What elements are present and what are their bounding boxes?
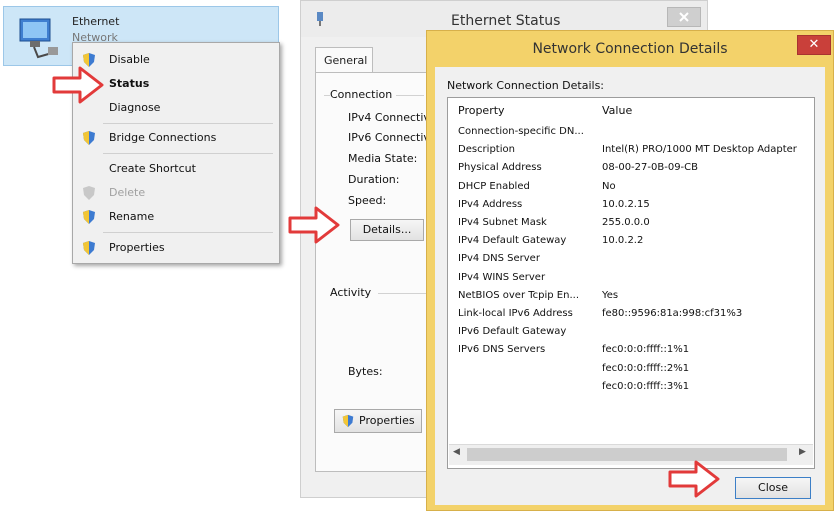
table-row[interactable]: Description Intel(R) PRO/1000 MT Desktop … [448,142,814,159]
red-arrow-icon [668,460,720,498]
shield-icon [83,210,95,224]
value-cell: Yes [602,290,619,301]
window-icon [317,12,323,26]
menu-separator [103,232,273,233]
column-header-value[interactable]: Value [602,104,632,117]
menu-item-label: Create Shortcut [109,162,196,175]
status-row-label: Media State: [348,152,418,165]
property-cell: IPv4 WINS Server [458,272,546,283]
menu-separator [103,123,273,124]
close-button[interactable]: ✕ [797,35,831,55]
value-cell: fec0:0:0:ffff::2%1 [602,363,690,374]
table-row[interactable]: NetBIOS over Tcpip En... Yes [448,288,814,305]
menu-item-delete: Delete [73,182,279,204]
property-cell: IPv4 Default Gateway [458,235,567,246]
value-cell: fec0:0:0:ffff::3%1 [602,381,690,392]
property-cell: IPv4 DNS Server [458,253,540,264]
red-arrow-icon [52,66,104,104]
value-cell: 10.0.2.2 [602,235,644,246]
network-adapter-icon [19,18,58,59]
property-cell: Physical Address [458,162,542,173]
menu-item-rename[interactable]: Rename [73,206,279,228]
property-cell: IPv4 Address [458,199,523,210]
bytes-label: Bytes: [348,365,383,378]
value-cell: No [602,181,616,192]
menu-item-label: Disable [109,53,150,66]
adapter-name: Ethernet [72,15,120,28]
table-row[interactable]: Physical Address 08-00-27-0B-09-CB [448,160,814,177]
property-cell: Link-local IPv6 Address [458,308,573,319]
properties-button-label: Properties [359,414,415,427]
close-icon: ✕ [808,37,820,52]
value-cell: 255.0.0.0 [602,217,650,228]
connection-group-title: Connection [330,88,397,101]
details-list[interactable]: Property Value Connection-specific DN...… [447,97,815,469]
property-cell: IPv6 DNS Servers [458,344,546,355]
table-row[interactable]: DHCP Enabled No [448,179,814,196]
table-row[interactable]: fec0:0:0:ffff::2%1 [448,361,814,378]
menu-item-properties[interactable]: Properties [73,237,279,259]
menu-item-label: Bridge Connections [109,131,217,144]
shield-icon [83,186,95,200]
shield-icon [83,241,95,255]
scrollbar-thumb[interactable] [467,448,787,461]
red-arrow-icon [288,206,340,244]
value-cell: fec0:0:0:ffff::1%1 [602,344,690,355]
menu-item-label: Diagnose [109,101,161,114]
menu-item-bridge-connections[interactable]: Bridge Connections [73,127,279,149]
close-icon [679,12,689,22]
close-dialog-button[interactable]: Close [735,477,811,499]
shield-icon [342,414,354,428]
status-window-title: Ethernet Status [451,13,561,29]
table-row[interactable]: IPv6 DNS Servers fec0:0:0:ffff::1%1 [448,342,814,359]
value-cell: fe80::9596:81a:998:cf31%3 [602,308,743,319]
property-cell: IPv4 Subnet Mask [458,217,547,228]
table-row[interactable]: IPv4 Address 10.0.2.15 [448,197,814,214]
network-connection-details-dialog: Network Connection Details ✕ Network Con… [426,30,834,511]
menu-item-label: Delete [109,186,146,199]
properties-button[interactable]: Properties [334,409,422,433]
details-dialog-title: Network Connection Details [532,41,728,57]
property-cell: Description [458,144,515,155]
column-header-property[interactable]: Property [458,104,505,117]
status-row-label: Speed: [348,194,387,207]
table-row[interactable]: fec0:0:0:ffff::3%1 [448,379,814,396]
scroll-left-icon[interactable]: ◀ [453,447,463,461]
details-heading: Network Connection Details: [447,79,605,92]
close-button[interactable] [667,7,701,27]
table-row[interactable]: IPv4 Subnet Mask 255.0.0.0 [448,215,814,232]
tab-label: General [324,54,368,67]
property-cell: Connection-specific DN... [458,126,584,137]
value-cell: 10.0.2.15 [602,199,650,210]
menu-item-label: Status [109,77,150,90]
group-divider [378,293,428,294]
menu-item-label: Rename [109,210,155,223]
table-row[interactable]: IPv4 Default Gateway 10.0.2.2 [448,233,814,250]
menu-item-label: Properties [109,241,165,254]
table-row[interactable]: Link-local IPv6 Address fe80::9596:81a:99… [448,306,814,323]
value-cell: 08-00-27-0B-09-CB [602,162,699,173]
scroll-right-icon[interactable]: ▶ [799,447,809,461]
activity-group-title: Activity [330,286,376,299]
menu-item-create-shortcut[interactable]: Create Shortcut [73,158,279,180]
property-cell: IPv6 Default Gateway [458,326,567,337]
tab-general[interactable]: General [315,47,373,73]
details-button[interactable]: Details... [350,219,424,241]
property-cell: DHCP Enabled [458,181,530,192]
horizontal-scrollbar[interactable]: ◀ ▶ [449,444,813,465]
table-row[interactable]: IPv4 WINS Server [448,270,814,287]
table-row[interactable]: IPv4 DNS Server [448,251,814,268]
table-row[interactable]: IPv6 Default Gateway [448,324,814,341]
shield-icon [83,131,95,145]
status-row-label: Duration: [348,173,400,186]
property-cell: NetBIOS over Tcpip En... [458,290,579,301]
table-row[interactable]: Connection-specific DN... [448,124,814,141]
value-cell: Intel(R) PRO/1000 MT Desktop Adapter [602,144,797,155]
details-body: Network Connection Details: Property Val… [435,67,825,505]
menu-separator [103,153,273,154]
